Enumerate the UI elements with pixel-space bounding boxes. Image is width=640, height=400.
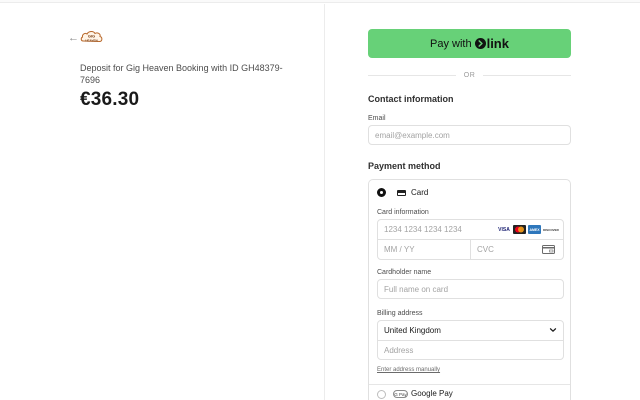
cardholder-input[interactable]: Full name on card [377,279,564,299]
cvc-card-icon [542,245,555,254]
order-description: Deposit for Gig Heaven Booking with ID G… [80,63,283,85]
expiry-placeholder: MM / YY [384,245,415,254]
discover-icon: DISCOVER [543,225,559,234]
country-select[interactable]: United Kingdom [378,321,563,340]
card-number-placeholder: 1234 1234 1234 1234 [384,225,462,234]
or-line-left [368,74,456,76]
chevron-down-icon [549,328,557,332]
card-radio[interactable] [377,188,386,197]
svg-text:HEAVEN: HEAVEN [85,39,97,43]
cvc-input[interactable]: CVC [477,240,494,259]
billing-label: Billing address [377,310,423,317]
amex-icon: AMEX [528,225,541,234]
or-line-right [483,74,571,76]
cvc-placeholder: CVC [477,245,494,254]
pay-with-label: Pay with [430,37,472,50]
card-icon [397,190,406,196]
google-pay-radio[interactable] [377,390,386,399]
cardholder-placeholder: Full name on card [384,284,449,294]
or-label: OR [463,71,476,79]
expiry-cvc-divider [470,240,471,259]
enter-address-manually-link[interactable]: Enter address manually [377,367,440,373]
svg-text:GIG: GIG [88,34,95,39]
email-label: Email [368,115,386,122]
method-separator [369,384,570,385]
top-edge [0,0,640,3]
mastercard-icon [513,225,526,234]
back-arrow-icon[interactable]: ← [68,32,79,44]
link-brand-label: link [486,36,509,51]
cardholder-label: Cardholder name [377,269,432,276]
card-info-group: 1234 1234 1234 1234 VISA AMEX DISCOVER M… [377,219,564,260]
billing-group: United Kingdom Address [377,320,564,360]
country-value: United Kingdom [384,326,441,335]
email-placeholder: email@example.com [375,130,450,140]
email-input[interactable]: email@example.com [368,125,571,145]
address-placeholder: Address [384,345,414,355]
payment-method-box: Card Card information 1234 1234 1234 123… [368,179,571,400]
pay-with-link-button[interactable]: Pay with link [368,29,571,58]
address-input[interactable]: Address [384,341,413,359]
checkout-panel: Pay with link OR Contact information Ema… [325,4,640,400]
or-divider: OR [368,70,571,80]
card-option-label[interactable]: Card [411,188,428,197]
order-amount: €36.30 [80,89,140,110]
gig-heaven-logo: GIG HEAVEN [80,31,103,43]
link-logo-icon [474,38,486,49]
google-pay-label[interactable]: Google Pay [411,389,453,398]
card-info-label: Card information [377,209,429,216]
order-summary-panel: ← GIG HEAVEN Deposit for Gig Heaven Book… [0,4,324,400]
visa-icon: VISA [497,225,511,234]
card-number-input[interactable]: 1234 1234 1234 1234 [384,220,462,239]
google-pay-icon: G Pay [393,390,408,398]
expiry-input[interactable]: MM / YY [384,240,415,259]
payment-method-heading: Payment method [368,161,441,171]
contact-heading: Contact information [368,94,454,104]
